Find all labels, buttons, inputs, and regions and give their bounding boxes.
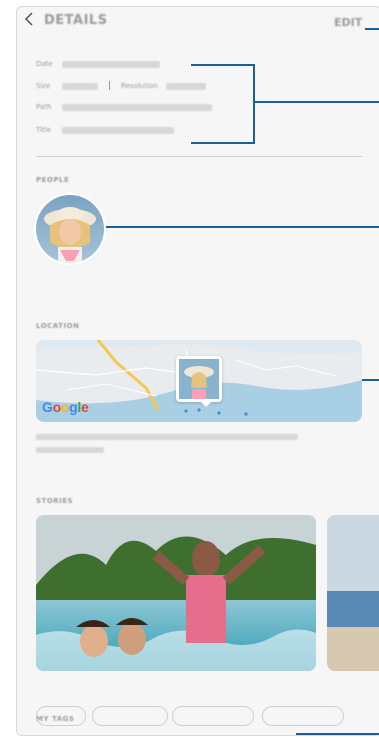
story-card[interactable] xyxy=(36,515,316,671)
size-value xyxy=(62,82,98,90)
info-separator: | xyxy=(108,81,112,91)
resolution-value xyxy=(165,82,206,90)
info-bracket-side xyxy=(253,64,255,144)
stories-section-label: STORIES xyxy=(36,497,74,505)
marker-photo xyxy=(179,359,219,399)
tag-chip[interactable] xyxy=(92,706,168,726)
people-callout xyxy=(106,226,379,228)
tag-chip[interactable] xyxy=(36,706,86,726)
edit-button[interactable]: EDIT xyxy=(334,16,362,29)
chevron-left-icon xyxy=(24,12,33,26)
page-title: DETAILS xyxy=(44,13,108,28)
person-avatar[interactable] xyxy=(36,195,104,263)
edit-callout xyxy=(365,28,379,30)
story-photo-partial xyxy=(327,515,379,671)
info-date-row: Date xyxy=(36,58,160,70)
date-label: Date xyxy=(36,60,53,68)
title-label: Title xyxy=(36,126,52,134)
location-callout xyxy=(362,379,379,381)
title-value xyxy=(62,126,174,134)
person-photo xyxy=(36,195,104,263)
address-line-1 xyxy=(36,434,298,440)
tag-chip[interactable] xyxy=(262,706,344,726)
info-path-row: Path xyxy=(36,101,212,113)
path-label: Path xyxy=(36,103,52,111)
map-photo-marker[interactable] xyxy=(176,356,222,402)
address-line-2 xyxy=(36,447,104,453)
info-bracket-bottom xyxy=(191,142,255,144)
location-section-label: LOCATION xyxy=(36,322,80,330)
info-bracket-top xyxy=(191,64,255,66)
tag-chip[interactable] xyxy=(172,706,254,726)
section-divider xyxy=(36,156,362,157)
people-section-label: PEOPLE xyxy=(36,176,70,184)
date-value xyxy=(62,60,160,68)
info-callout xyxy=(255,101,379,103)
back-button[interactable] xyxy=(20,10,38,28)
size-label: Size xyxy=(36,82,51,90)
resolution-label: Resolution xyxy=(121,82,158,90)
tags-callout xyxy=(296,733,379,735)
info-size-row: Size | Resolution xyxy=(36,80,206,92)
google-logo: Google xyxy=(42,399,89,415)
story-photo xyxy=(36,515,316,671)
path-value xyxy=(62,103,212,111)
info-title-row: Title xyxy=(36,124,174,136)
marker-pointer xyxy=(200,401,212,407)
story-card-partial[interactable] xyxy=(327,515,379,671)
